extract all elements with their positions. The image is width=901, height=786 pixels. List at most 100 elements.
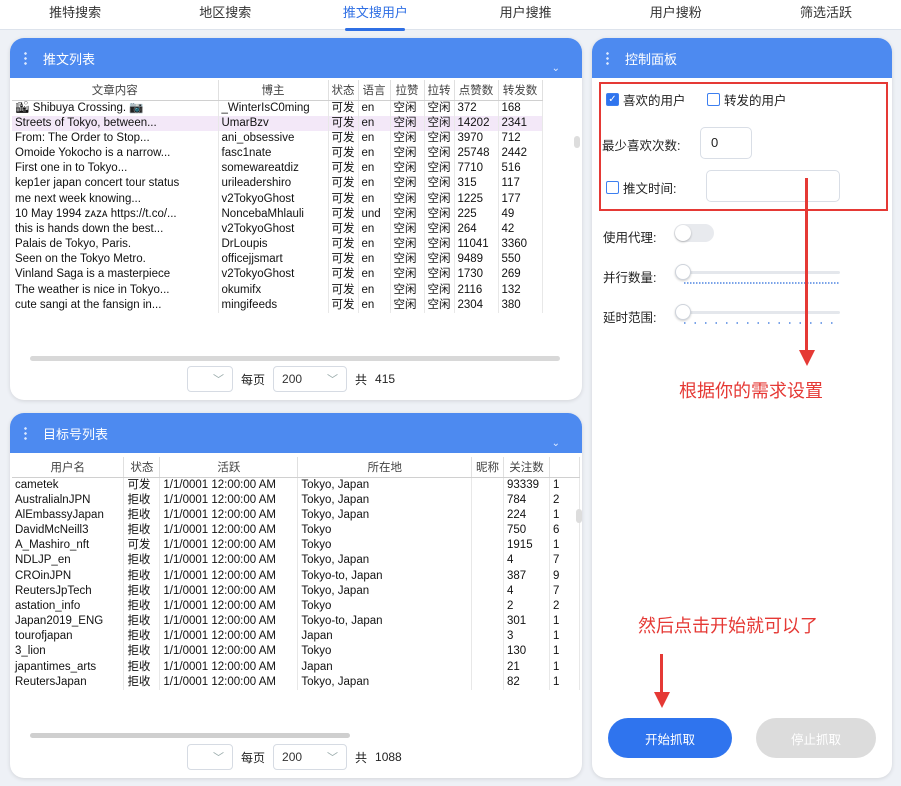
table-row[interactable]: Seen on the Tokyo Metro. officejjsmart 可发 e… xyxy=(12,252,543,268)
tweet-column-header[interactable]: 拉赞 xyxy=(390,80,425,101)
tweet-list-header: 推文列表 ⌄ xyxy=(10,38,582,78)
chevron-down-icon: ﹀ xyxy=(213,752,224,764)
delay-slider-track[interactable] xyxy=(678,311,840,314)
table-cell: 380 xyxy=(498,297,543,313)
table-row[interactable]: tourofjapan 拒收 1/1/0001 12:00:00 AM Japan 3 1 xyxy=(12,629,580,645)
delay-slider-handle[interactable] xyxy=(675,304,691,320)
table-row[interactable]: The weather is nice in Tokyo... okumifx 可发… xyxy=(12,282,543,298)
tab-region-search[interactable]: 地区搜索 xyxy=(150,0,300,29)
table-row[interactable]: astation_info 拒收 1/1/0001 12:00:00 AM Tokyo… xyxy=(12,598,580,614)
per-page-value: 200 xyxy=(282,750,303,764)
table-row[interactable]: DavidMcNeill3 拒收 1/1/0001 12:00:00 AM Tokyo… xyxy=(12,522,580,539)
tweet-column-header[interactable]: 博主 xyxy=(218,80,329,101)
min-likes-input[interactable]: 0 xyxy=(700,127,752,159)
target-column-header[interactable]: 状态 xyxy=(123,457,161,478)
tweet-table-scrollbar[interactable] xyxy=(574,136,580,148)
annotation-hint-start: 然后点击开始就可以了 xyxy=(638,616,818,636)
target-column-header[interactable] xyxy=(549,457,580,478)
target-column-header[interactable]: 所在地 xyxy=(297,457,473,478)
table-row[interactable]: ReutersJapan 拒收 1/1/0001 12:00:00 AM Tokyo,… xyxy=(12,674,580,690)
drag-handle-icon[interactable] xyxy=(24,51,27,65)
page-select[interactable]: ﹀ xyxy=(187,366,233,392)
per-page-select[interactable]: 200 ﹀ xyxy=(273,366,348,392)
drag-handle-icon[interactable] xyxy=(606,51,609,65)
table-row[interactable]: kep1er japan concert tour status urileade… xyxy=(12,176,543,192)
table-row[interactable]: Palais de Tokyo, Paris. DrLoupis 可发 en 空闲 空闲 1… xyxy=(12,237,543,253)
table-row[interactable]: AlEmbassyJapan 拒收 1/1/0001 12:00:00 AM Toky… xyxy=(12,507,580,523)
target-table-scrollbar[interactable] xyxy=(576,509,582,523)
proxy-toggle[interactable] xyxy=(674,224,714,242)
table-cell: 拒收 xyxy=(123,614,161,630)
tab-filter-active[interactable]: 筛选活跃 xyxy=(751,0,901,29)
table-row[interactable]: 3_lion 拒收 1/1/0001 12:00:00 AM Tokyo 130 1 xyxy=(12,644,580,660)
table-cell: 可发 xyxy=(328,145,359,162)
tweet-time-input[interactable] xyxy=(706,170,840,202)
table-cell: 1/1/0001 12:00:00 AM xyxy=(159,614,299,630)
per-page-select[interactable]: 200 ﹀ xyxy=(273,744,348,770)
target-table-hscrollbar[interactable] xyxy=(30,733,350,738)
table-row[interactable]: A_Mashiro_nft 可发 1/1/0001 12:00:00 AM Tokyo… xyxy=(12,538,580,554)
table-cell: 2116 xyxy=(454,282,499,298)
parallel-slider-handle[interactable] xyxy=(675,264,691,280)
table-row[interactable]: Japan2019_ENG 拒收 1/1/0001 12:00:00 AM Tokyo… xyxy=(12,614,580,630)
table-cell: 空闲 xyxy=(390,130,425,146)
tweet-column-header[interactable]: 拉转 xyxy=(424,80,455,101)
table-cell: ReutersJapan xyxy=(12,674,125,690)
target-column-header[interactable]: 活跃 xyxy=(159,457,299,478)
min-likes-label: 最少喜欢次数: xyxy=(602,139,681,153)
table-row[interactable]: me next week knowing... v2TokyoGhost 可发 en 空… xyxy=(12,191,543,207)
table-row[interactable]: 🏙 Shibuya Crossing. 📷 _WinterIsC0ming 可发 en… xyxy=(12,100,543,116)
table-cell: 拒收 xyxy=(123,568,161,584)
parallel-slider-track[interactable] xyxy=(678,271,840,274)
table-cell: Tokyo-to, Japan xyxy=(297,614,473,630)
stop-button[interactable]: 停止抓取 xyxy=(756,718,876,758)
table-cell: Tokyo, Japan xyxy=(297,583,473,599)
table-cell: 空闲 xyxy=(424,161,455,177)
tab-tweet-to-users[interactable]: 推文搜用户 xyxy=(300,0,450,31)
tab-user-to-tweets[interactable]: 用户搜推 xyxy=(451,0,601,29)
table-row[interactable]: this is hands down the best... v2TokyoGho… xyxy=(12,221,543,237)
tweet-column-header[interactable]: 语言 xyxy=(358,80,391,101)
table-cell: 可发 xyxy=(328,206,359,222)
target-column-header[interactable]: 用户名 xyxy=(12,457,125,478)
tweet-column-header[interactable]: 转发数 xyxy=(498,80,543,101)
liked-users-checkbox[interactable]: ✓ 喜欢的用户 xyxy=(606,90,686,109)
tweet-column-header[interactable]: 文章内容 xyxy=(12,80,219,101)
table-cell: 1/1/0001 12:00:00 AM xyxy=(159,568,299,584)
table-row[interactable]: AustralialnJPN 拒收 1/1/0001 12:00:00 AM Toky… xyxy=(12,492,580,508)
target-column-header[interactable]: 关注数 xyxy=(503,457,550,478)
table-row[interactable]: First one in to Tokyo... somewareatdiz 可发 e… xyxy=(12,161,543,177)
table-row[interactable]: Vinland Saga is a masterpiece v2TokyoGhos… xyxy=(12,267,543,283)
table-cell: 空闲 xyxy=(390,252,425,268)
table-row[interactable]: From: The Order to Stop... ani_obsessive 可… xyxy=(12,130,543,146)
tweet-time-checkbox[interactable]: 推文时间: xyxy=(606,178,676,197)
target-column-header[interactable]: 昵称 xyxy=(471,457,505,478)
tab-user-followers[interactable]: 用户搜粉 xyxy=(601,0,751,29)
tweet-column-header[interactable]: 点赞数 xyxy=(454,80,499,101)
table-cell: 空闲 xyxy=(390,206,425,222)
table-cell: 9489 xyxy=(454,252,499,268)
table-row[interactable]: cute sangi at the fansign in... mingifeed… xyxy=(12,297,543,313)
tweet-table-hscrollbar[interactable] xyxy=(30,356,560,361)
start-button[interactable]: 开始抓取 xyxy=(608,718,732,758)
table-row[interactable]: japantimes_arts 拒收 1/1/0001 12:00:00 AM Jap… xyxy=(12,659,580,675)
table-row[interactable]: Streets of Tokyo, between... UmarBzv 可发 en 空… xyxy=(12,115,543,131)
table-cell: 550 xyxy=(498,252,543,268)
table-row[interactable]: Omoide Yokocho is a narrow... fasc1nate 可发… xyxy=(12,145,543,162)
drag-handle-icon[interactable] xyxy=(24,426,27,440)
tab-twitter-search[interactable]: 推特搜索 xyxy=(0,0,150,29)
table-cell: 387 xyxy=(503,568,550,584)
table-cell: AlEmbassyJapan xyxy=(12,507,125,523)
chevron-down-icon[interactable]: ⌄ xyxy=(552,438,560,449)
table-cell: 空闲 xyxy=(390,297,425,313)
table-cell: 拒收 xyxy=(123,644,161,660)
table-row[interactable]: NDLJP_en 拒收 1/1/0001 12:00:00 AM Tokyo, Jap… xyxy=(12,553,580,569)
table-row[interactable]: ReutersJpTech 拒收 1/1/0001 12:00:00 AM Tokyo… xyxy=(12,583,580,599)
chevron-down-icon[interactable]: ⌄ xyxy=(552,63,560,74)
table-row[interactable]: 10 May 1994 ᴢᴀᴢᴀ https://t.co/... Nonceba… xyxy=(12,206,543,222)
retweet-users-checkbox[interactable]: 转发的用户 xyxy=(707,90,787,109)
page-select[interactable]: ﹀ xyxy=(187,744,233,770)
tweet-column-header[interactable]: 状态 xyxy=(328,80,359,101)
table-row[interactable]: cametek 可发 1/1/0001 12:00:00 AM Tokyo, Japa… xyxy=(12,477,580,493)
table-row[interactable]: CROinJPN 拒收 1/1/0001 12:00:00 AM Tokyo-to, … xyxy=(12,568,580,584)
